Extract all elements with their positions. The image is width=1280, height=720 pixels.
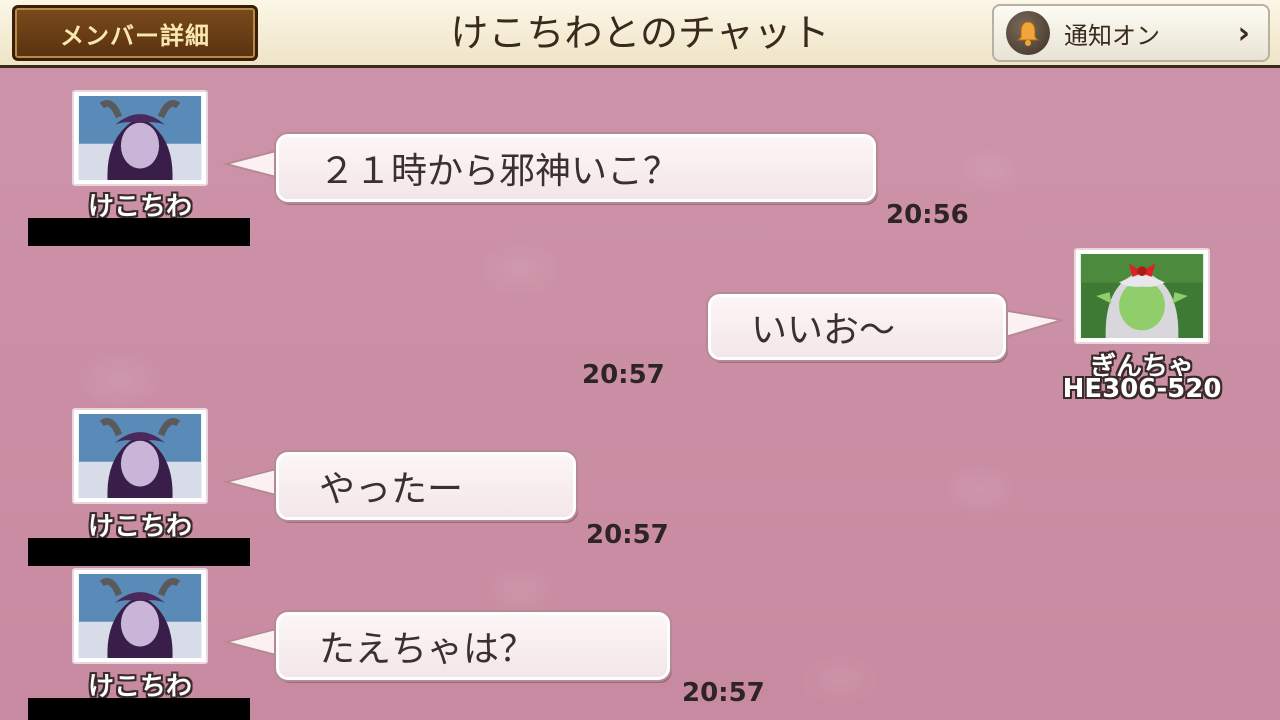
message-text: やったー <box>319 469 464 510</box>
redacted-bar <box>28 698 250 720</box>
chat-header: メンバー詳細 けこちわとのチャット 通知オン › <box>0 0 1280 68</box>
bell-icon <box>1006 11 1050 55</box>
message-text: たえちゃは？ <box>319 629 536 670</box>
message-text: いいお〜 <box>751 310 896 351</box>
bubble-tail <box>1001 308 1063 340</box>
sender-id: HE306-520 <box>1062 374 1222 404</box>
notification-toggle-button[interactable]: 通知オン › <box>992 4 1270 62</box>
member-details-label: メンバー詳細 <box>60 21 210 50</box>
member-details-button[interactable]: メンバー詳細 <box>12 5 258 61</box>
redacted-bar <box>28 538 250 566</box>
avatar-kekochiwa[interactable] <box>72 408 208 504</box>
message-text: ２１時から邪神いこ？ <box>319 151 680 192</box>
message-time: 20:57 <box>586 520 669 550</box>
message-bubble[interactable]: やったー <box>276 452 576 520</box>
notification-label: 通知オン <box>1064 21 1160 50</box>
avatar-image <box>78 414 202 498</box>
message-bubble[interactable]: たえちゃは？ <box>276 612 670 680</box>
avatar-kekochiwa[interactable] <box>72 90 208 186</box>
avatar-image <box>78 574 202 658</box>
message-bubble[interactable]: いいお〜 <box>708 294 1006 360</box>
page-title: けこちわとのチャット <box>450 11 830 55</box>
redacted-bar <box>28 218 250 246</box>
avatar-ginchya[interactable] <box>1074 248 1210 344</box>
message-time: 20:57 <box>682 678 765 708</box>
chevron-right-icon: › <box>1237 15 1250 51</box>
avatar-kekochiwa[interactable] <box>72 568 208 664</box>
bubble-tail <box>222 148 281 180</box>
avatar-image <box>1080 254 1204 338</box>
bubble-tail <box>222 626 281 658</box>
avatar-image <box>78 96 202 180</box>
message-time: 20:56 <box>886 200 969 230</box>
message-time: 20:57 <box>582 360 665 390</box>
bubble-tail <box>222 466 281 498</box>
message-bubble[interactable]: ２１時から邪神いこ？ <box>276 134 876 202</box>
